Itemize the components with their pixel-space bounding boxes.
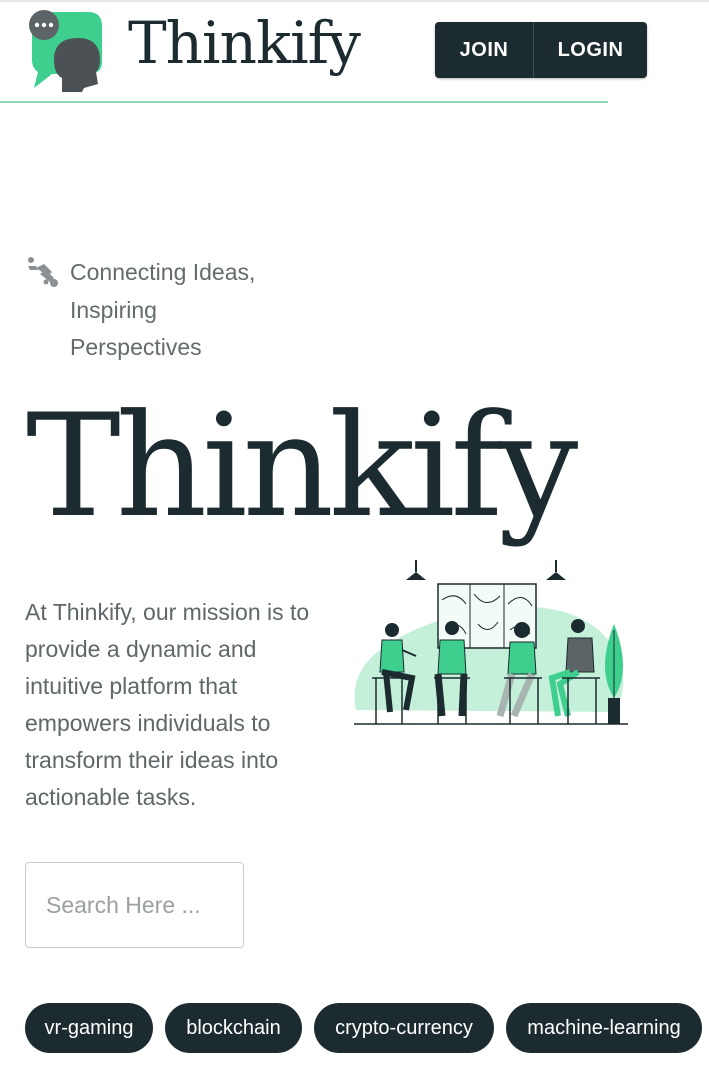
tagline-line: Perspectives bbox=[70, 334, 202, 360]
tag-list: vr-gaming blockchain crypto-currency mac… bbox=[25, 1003, 702, 1053]
tag-chip[interactable]: machine-learning bbox=[506, 1003, 702, 1053]
tag-chip[interactable]: crypto-currency bbox=[314, 1003, 494, 1053]
tagline-line: Inspiring bbox=[70, 296, 157, 323]
tag-chip[interactable]: blockchain bbox=[165, 1003, 302, 1053]
login-button[interactable]: LOGIN bbox=[534, 22, 647, 78]
header-divider bbox=[0, 101, 608, 103]
join-button[interactable]: JOIN bbox=[435, 22, 534, 78]
brand-name[interactable]: Thinkify bbox=[128, 14, 361, 72]
auth-button-group: JOIN LOGIN bbox=[435, 22, 647, 78]
chat-head-icon[interactable] bbox=[26, 8, 110, 94]
tag-chip[interactable]: vr-gaming bbox=[25, 1003, 153, 1053]
search-input[interactable] bbox=[25, 862, 244, 948]
tagline: Connecting Ideas, Inspiring Perspectives bbox=[70, 254, 300, 367]
tagline-line: Connecting Ideas, bbox=[70, 259, 256, 285]
top-border bbox=[0, 0, 709, 2]
hero-title: Thinkify bbox=[26, 384, 578, 549]
people-meeting-illustration bbox=[354, 560, 628, 725]
mission-text: At Thinkify, our mission is to provide a… bbox=[25, 599, 310, 810]
handshake-icon bbox=[28, 257, 58, 287]
